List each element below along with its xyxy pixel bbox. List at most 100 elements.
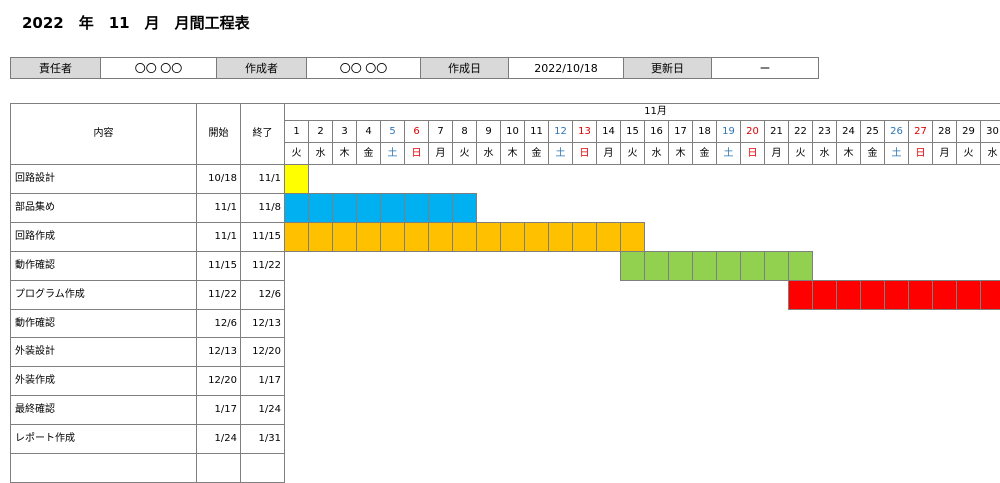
schedule-grid: 内容開始終了11月1234567891011121314151617181920… bbox=[10, 103, 1000, 483]
gantt-cell bbox=[933, 309, 957, 338]
gantt-cell bbox=[621, 280, 645, 309]
gantt-cell bbox=[453, 367, 477, 396]
task-row: 回路設計10/1811/1 bbox=[11, 165, 1000, 194]
gantt-bar-cell bbox=[357, 222, 381, 251]
task-start bbox=[197, 453, 241, 482]
gantt-cell bbox=[477, 338, 501, 367]
gantt-bar-cell bbox=[933, 280, 957, 309]
task-name: 部品集め bbox=[11, 194, 197, 223]
gantt-cell bbox=[597, 165, 621, 194]
task-row: 動作確認11/1511/22 bbox=[11, 251, 1000, 280]
gantt-bar-cell bbox=[957, 280, 981, 309]
gantt-cell bbox=[597, 280, 621, 309]
weekday: 金 bbox=[693, 143, 717, 165]
gantt-cell bbox=[909, 338, 933, 367]
day-number: 20 bbox=[741, 121, 765, 143]
gantt-cell bbox=[813, 453, 837, 482]
gantt-cell bbox=[837, 338, 861, 367]
gantt-cell bbox=[429, 396, 453, 425]
task-name: レポート作成 bbox=[11, 425, 197, 454]
gantt-cell bbox=[309, 367, 333, 396]
gantt-cell bbox=[333, 367, 357, 396]
gantt-cell bbox=[669, 367, 693, 396]
gantt-cell bbox=[741, 309, 765, 338]
task-name: 外装作成 bbox=[11, 367, 197, 396]
gantt-cell bbox=[717, 367, 741, 396]
day-number: 18 bbox=[693, 121, 717, 143]
gantt-cell bbox=[957, 194, 981, 223]
gantt-bar-cell bbox=[381, 194, 405, 223]
task-name bbox=[11, 453, 197, 482]
gantt-cell bbox=[621, 425, 645, 454]
gantt-bar-cell bbox=[501, 222, 525, 251]
gantt-cell bbox=[621, 194, 645, 223]
weekday: 月 bbox=[765, 143, 789, 165]
task-end: 1/24 bbox=[241, 396, 285, 425]
gantt-bar-cell bbox=[549, 222, 573, 251]
gantt-cell bbox=[981, 396, 1000, 425]
gantt-cell bbox=[333, 338, 357, 367]
gantt-cell bbox=[645, 280, 669, 309]
gantt-cell bbox=[861, 165, 885, 194]
gantt-cell bbox=[381, 309, 405, 338]
task-start: 11/1 bbox=[197, 222, 241, 251]
gantt-cell bbox=[813, 309, 837, 338]
gantt-cell bbox=[933, 251, 957, 280]
gantt-cell bbox=[309, 338, 333, 367]
gantt-cell bbox=[765, 194, 789, 223]
day-number: 2 bbox=[309, 121, 333, 143]
gantt-cell bbox=[453, 165, 477, 194]
task-end: 12/6 bbox=[241, 280, 285, 309]
weekday: 火 bbox=[957, 143, 981, 165]
gantt-cell bbox=[309, 396, 333, 425]
weekday: 金 bbox=[861, 143, 885, 165]
gantt-cell bbox=[861, 194, 885, 223]
task-name: 動作確認 bbox=[11, 251, 197, 280]
gantt-cell bbox=[669, 222, 693, 251]
gantt-cell bbox=[621, 338, 645, 367]
gantt-cell bbox=[549, 194, 573, 223]
gantt-cell bbox=[333, 453, 357, 482]
weekday: 木 bbox=[837, 143, 861, 165]
gantt-cell bbox=[981, 194, 1000, 223]
gantt-cell bbox=[669, 453, 693, 482]
gantt-cell bbox=[837, 251, 861, 280]
gantt-cell bbox=[309, 251, 333, 280]
gantt-cell bbox=[597, 309, 621, 338]
owner-label: 責任者 bbox=[11, 58, 101, 79]
gantt-cell bbox=[957, 165, 981, 194]
gantt-cell bbox=[405, 453, 429, 482]
gantt-cell bbox=[957, 453, 981, 482]
gantt-cell bbox=[885, 367, 909, 396]
weekday: 木 bbox=[333, 143, 357, 165]
gantt-cell bbox=[765, 367, 789, 396]
gantt-cell bbox=[285, 309, 309, 338]
day-number: 10 bbox=[501, 121, 525, 143]
weekday: 火 bbox=[453, 143, 477, 165]
weekday: 土 bbox=[381, 143, 405, 165]
gantt-cell bbox=[717, 194, 741, 223]
gantt-cell bbox=[789, 396, 813, 425]
weekday: 水 bbox=[309, 143, 333, 165]
gantt-cell bbox=[981, 367, 1000, 396]
task-row: 動作確認12/612/13 bbox=[11, 309, 1000, 338]
gantt-cell bbox=[693, 309, 717, 338]
gantt-cell bbox=[861, 222, 885, 251]
gantt-cell bbox=[573, 338, 597, 367]
gantt-cell bbox=[765, 222, 789, 251]
gantt-cell bbox=[813, 194, 837, 223]
weekday: 火 bbox=[621, 143, 645, 165]
gantt-cell bbox=[453, 338, 477, 367]
gantt-bar-cell bbox=[885, 280, 909, 309]
day-number: 30 bbox=[981, 121, 1000, 143]
gantt-cell bbox=[693, 396, 717, 425]
gantt-cell bbox=[717, 309, 741, 338]
task-end: 11/8 bbox=[241, 194, 285, 223]
gantt-cell bbox=[525, 338, 549, 367]
gantt-bar-cell bbox=[405, 194, 429, 223]
gantt-cell bbox=[981, 425, 1000, 454]
day-number: 16 bbox=[645, 121, 669, 143]
task-end: 1/17 bbox=[241, 367, 285, 396]
gantt-cell bbox=[597, 251, 621, 280]
weekday: 水 bbox=[477, 143, 501, 165]
